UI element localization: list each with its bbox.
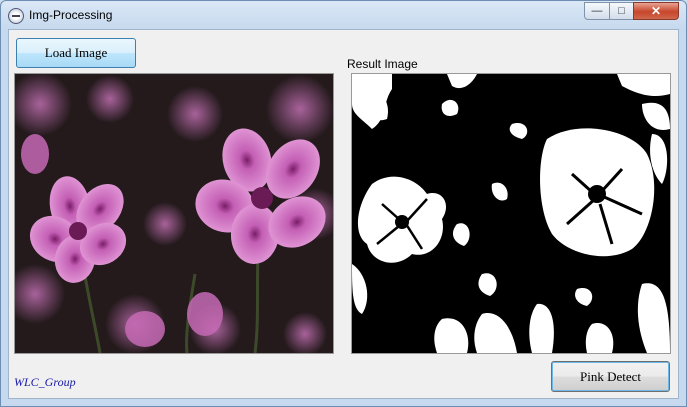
app-icon — [8, 8, 24, 24]
brand-label: WLC_Group — [14, 375, 76, 389]
window-title: Img-Processing — [29, 8, 113, 22]
app-window: Img-Processing — □ ✕ Load Image Result I… — [0, 0, 687, 407]
maximize-button[interactable]: □ — [609, 2, 634, 20]
pink-detect-button[interactable]: Pink Detect — [551, 361, 670, 392]
result-image — [351, 73, 671, 354]
title-bar[interactable]: Img-Processing — □ ✕ — [1, 1, 686, 29]
close-button[interactable]: ✕ — [633, 2, 679, 20]
client-area: Load Image Result Image WLC_Group Pink D… — [8, 29, 679, 399]
source-image — [14, 73, 334, 354]
minimize-icon: — — [591, 5, 603, 17]
close-icon: ✕ — [650, 4, 662, 18]
minimize-button[interactable]: — — [584, 2, 610, 20]
maximize-icon: □ — [618, 5, 625, 17]
result-image-label: Result Image — [347, 57, 418, 71]
load-image-button[interactable]: Load Image — [16, 38, 136, 68]
